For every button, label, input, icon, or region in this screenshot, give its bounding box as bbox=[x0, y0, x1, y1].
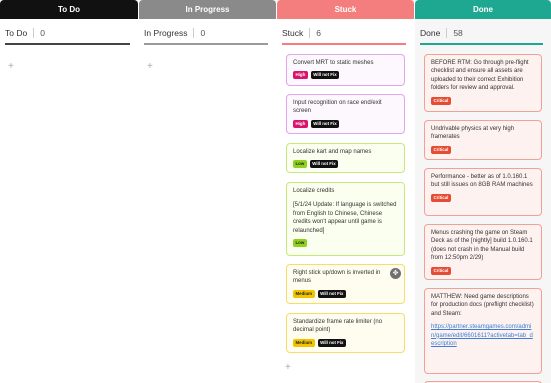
card-title: Convert MRT to static meshes bbox=[293, 60, 374, 66]
card-localize-credits[interactable]: Localize credits [5/1/24 Update: If lang… bbox=[286, 182, 405, 256]
status-tag-will-not-fix[interactable]: Will not Fix bbox=[310, 119, 340, 128]
priority-tag-high[interactable]: High bbox=[293, 119, 308, 128]
card-game-descriptions[interactable]: MATTHEW: Need game descriptions for prod… bbox=[424, 288, 542, 374]
card-tags: High Will not Fix bbox=[293, 119, 398, 128]
add-item-plus-icon[interactable]: + bbox=[147, 62, 153, 72]
group-count: 0 bbox=[200, 28, 206, 38]
column-header-todo[interactable]: To Do bbox=[0, 0, 138, 19]
status-tag-will-not-fix[interactable]: Will not Fix bbox=[310, 71, 340, 80]
card-menus-crashing[interactable]: Menus crashing the game on Steam Deck as… bbox=[424, 224, 542, 280]
group-header-in-progress[interactable]: In Progress 0 bbox=[144, 23, 268, 45]
priority-tag-critical[interactable]: Critical bbox=[431, 96, 451, 105]
priority-tag-medium[interactable]: Medium bbox=[293, 289, 315, 298]
column-header-in-progress[interactable]: In Progress bbox=[139, 0, 276, 19]
group-count: 6 bbox=[316, 28, 321, 38]
card-input-recognition[interactable]: Input recognition on race end/exit scree… bbox=[286, 94, 405, 134]
column-body-in-progress: In Progress 0 + bbox=[139, 19, 276, 383]
status-tag-will-not-fix[interactable]: Will not Fix bbox=[309, 160, 339, 169]
priority-tag-critical[interactable]: Critical bbox=[431, 266, 451, 275]
card-title: Standardize frame rate limiter (no decim… bbox=[293, 319, 383, 334]
group-name: Done bbox=[420, 28, 441, 38]
column-todo: To Do To Do 0 + bbox=[0, 0, 138, 383]
group-count: 58 bbox=[453, 28, 463, 38]
divider bbox=[33, 28, 35, 38]
priority-tag-critical[interactable]: Critical bbox=[431, 145, 451, 154]
group-name: To Do bbox=[5, 28, 28, 38]
card-tags: Critical bbox=[431, 193, 535, 202]
column-stuck: Stuck Stuck 6 Convert MRT to static mesh… bbox=[277, 0, 414, 383]
status-tag-will-not-fix[interactable]: Will not Fix bbox=[317, 289, 346, 298]
card-title: Undrivable physics at very high framerat… bbox=[431, 126, 515, 141]
add-item-plus-icon[interactable]: + bbox=[8, 62, 14, 72]
priority-tag-medium[interactable]: Medium bbox=[293, 338, 315, 347]
card-tags: Medium Will not Fix bbox=[293, 289, 398, 298]
card-tags: Medium Will not Fix bbox=[293, 338, 398, 347]
status-tag-will-not-fix[interactable]: Will not Fix bbox=[317, 338, 346, 347]
card-convert-mrt[interactable]: Convert MRT to static meshes High Will n… bbox=[286, 54, 405, 86]
steam-partner-link[interactable]: https://partner.steamgames.com/admin/gam… bbox=[431, 323, 535, 348]
card-tags: Critical bbox=[431, 266, 535, 275]
card-standardize-frame-rate[interactable]: Standardize frame rate limiter (no decim… bbox=[286, 313, 405, 353]
add-item-plus-icon[interactable]: + bbox=[285, 363, 291, 373]
drag-handle-icon[interactable]: ✥ bbox=[390, 268, 401, 279]
column-done: Done Done 58 BEFORE RTM: Go through pre-… bbox=[415, 0, 551, 383]
card-performance[interactable]: Performance - better as of 1.0.160.1 but… bbox=[424, 168, 542, 216]
column-body-done: Done 58 BEFORE RTM: Go through pre-fligh… bbox=[415, 19, 551, 383]
card-title: Right stick up/down is inverted in menus bbox=[293, 270, 381, 285]
card-title: Localize credits bbox=[293, 188, 335, 194]
card-title: Localize kart and map names bbox=[293, 149, 372, 155]
card-localize-kart[interactable]: Localize kart and map names Low Will not… bbox=[286, 143, 405, 173]
group-count: 0 bbox=[40, 28, 45, 38]
card-tags: High Will not Fix bbox=[293, 71, 398, 80]
card-title: Input recognition on race end/exit scree… bbox=[293, 100, 382, 115]
card-right-stick[interactable]: Right stick up/down is inverted in menus… bbox=[286, 264, 405, 304]
kanban-board: To Do To Do 0 + In Progress In Progress … bbox=[0, 0, 551, 383]
divider bbox=[446, 28, 448, 38]
card-title: Performance - better as of 1.0.160.1 but… bbox=[431, 174, 533, 189]
card-title: BEFORE RTM: Go through pre-flight checkl… bbox=[431, 60, 529, 92]
card-tags: Critical bbox=[431, 145, 535, 154]
group-name: Stuck bbox=[282, 28, 304, 38]
column-body-stuck: Stuck 6 Convert MRT to static meshes Hig… bbox=[277, 19, 414, 383]
card-title: MATTHEW: Need game descriptions for prod… bbox=[431, 294, 534, 317]
group-name: In Progress bbox=[144, 28, 188, 38]
divider bbox=[309, 28, 311, 38]
group-header-stuck[interactable]: Stuck 6 bbox=[282, 23, 406, 45]
column-header-done[interactable]: Done bbox=[415, 0, 551, 19]
column-body-todo: To Do 0 + bbox=[0, 19, 138, 383]
divider bbox=[193, 28, 195, 38]
group-header-done[interactable]: Done 58 bbox=[420, 23, 543, 45]
card-note: [5/1/24 Update: If language is switched … bbox=[293, 202, 397, 234]
card-title: Menus crashing the game on Steam Deck as… bbox=[431, 230, 533, 262]
priority-tag-low[interactable]: Low bbox=[293, 160, 307, 169]
column-in-progress: In Progress In Progress 0 + bbox=[139, 0, 276, 383]
card-tags: Low Will not Fix bbox=[293, 160, 398, 169]
card-tags: Critical bbox=[431, 96, 535, 105]
card-tags: Low bbox=[293, 239, 398, 248]
card-before-rtm[interactable]: BEFORE RTM: Go through pre-flight checkl… bbox=[424, 54, 542, 112]
column-header-stuck[interactable]: Stuck bbox=[277, 0, 414, 19]
priority-tag-critical[interactable]: Critical bbox=[431, 193, 451, 202]
group-header-todo[interactable]: To Do 0 bbox=[5, 23, 130, 45]
priority-tag-low[interactable]: Low bbox=[293, 239, 307, 248]
card-undrivable-physics[interactable]: Undrivable physics at very high framerat… bbox=[424, 120, 542, 160]
priority-tag-high[interactable]: High bbox=[293, 71, 308, 80]
